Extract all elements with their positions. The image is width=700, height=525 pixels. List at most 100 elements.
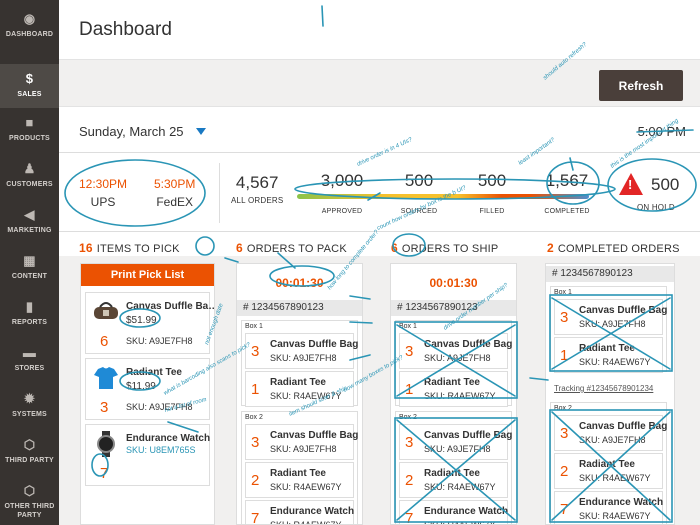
metric-label: ALL ORDERS [231, 196, 284, 205]
carrier-name: FedEX [156, 195, 194, 209]
chevron-down-icon[interactable] [196, 128, 206, 135]
hexagon-icon: ⬡ [23, 483, 36, 498]
item-quantity: 6 [100, 333, 109, 350]
metrics-bar: 12:30PM UPS 5:30PM FedEX 4,567 ALL ORDER… [59, 152, 700, 232]
metric-value: 500 [404, 171, 434, 190]
order-line[interactable]: 7 Endurance Watch SKU: R4AEW67Y [399, 500, 508, 524]
sidebar-item-label: SALES [17, 91, 42, 98]
sidebar-item-label: REPORTS [11, 319, 48, 326]
column-header-completed: 2 COMPLETED ORDERS [547, 241, 680, 255]
box-2: Box 2 3 Canvas Duffle Bag SKU: A9JE7FH8 2R… [395, 411, 512, 524]
item-name: Radiant Tee [126, 367, 182, 378]
dashboard-icon: ◉ [23, 11, 36, 26]
order-line[interactable]: 7 Endurance Watch SKU: R4AEW67Y [554, 491, 663, 524]
sidebar-item-other-third-party[interactable]: ⬡ OTHER THIRD PARTY [0, 478, 59, 520]
pick-item[interactable]: Canvas Duffle Ba… $51.99 6 SKU: A9JE7FH8 [85, 292, 214, 354]
metric-label: FILLED [479, 208, 505, 215]
pick-item[interactable]: Radiant Tee $11.99 3 SKU: A9JE7FH8 [85, 358, 210, 420]
metric-filled[interactable]: 500 FILLED [457, 171, 527, 215]
carrier-ups[interactable]: 12:30PM UPS [79, 177, 127, 209]
sidebar-item-customers[interactable]: ♟ CUSTOMERS [0, 156, 59, 196]
order-line[interactable]: 7 Endurance Watch SKU: R4AEW67Y [245, 500, 354, 524]
order-timer: 00:01:30 [429, 276, 478, 290]
metric-value: 4,567 [235, 173, 279, 192]
sidebar-item-label: CUSTOMERS [6, 181, 53, 188]
page-title: Dashboard [79, 19, 172, 40]
sidebar-item-label: STORES [14, 365, 45, 372]
column-header-ship: 6 ORDERS TO SHIP [391, 241, 499, 255]
order-line[interactable]: 1 Radiant Tee SKU: R4AEW67Y [245, 371, 354, 407]
item-price: $11.99 [126, 381, 156, 392]
sidebar-item-dashboard[interactable]: ◉ DASHBOARD [0, 6, 59, 46]
sidebar-item-content[interactable]: ▦ CONTENT [0, 248, 59, 288]
metric-sourced[interactable]: 500 SOURCED [384, 171, 454, 215]
order-line[interactable]: 3 Canvas Duffle Bag SKU: A9JE7FH8 [245, 333, 358, 369]
item-quantity: 7 [100, 465, 109, 482]
order-timer: 00:01:30 [275, 276, 324, 290]
carrier-fedex[interactable]: 5:30PM FedEX [154, 177, 195, 209]
metric-completed[interactable]: 1,567 COMPLETED [532, 171, 602, 215]
sidebar-item-systems[interactable]: ✹ SYSTEMS [0, 386, 59, 426]
tracking-link[interactable]: Tracking #12345678901234 [554, 384, 653, 393]
sidebar-item-sales[interactable]: $ SALES [0, 64, 59, 108]
item-sku: SKU: U8EM765S [126, 445, 196, 455]
item-sku: SKU: A9JE7FH8 [126, 336, 193, 346]
current-time: 5:00 PM [637, 124, 686, 139]
order-line[interactable]: 2 Radiant Tee SKU: R4AEW67Y [554, 453, 663, 489]
tee-image [94, 367, 118, 389]
item-sku: SKU: A9JE7FH8 [126, 402, 193, 412]
order-line[interactable]: 3 Canvas Duffle Bag SKU: A9JE7FH8 [554, 299, 667, 335]
admin-sidebar: ◉ DASHBOARD $ SALES ■ PRODUCTS ♟ CUSTOMERS ◀ MARK… [0, 0, 59, 525]
item-name: Canvas Duffle Ba… [126, 301, 215, 312]
order-line[interactable]: 3 Canvas Duffle Bag SKU: A9JE7FH8 [554, 415, 667, 451]
hexagon-icon: ⬡ [23, 437, 36, 452]
box-label: Box 1 [554, 289, 572, 296]
box-label: Box 2 [245, 414, 263, 421]
order-line[interactable]: 3 Canvas Duffle Bag SKU: A9JE7FH8 [245, 424, 358, 460]
sidebar-item-label: DASHBOARD [5, 31, 54, 38]
print-pick-list-button[interactable]: Print Pick List [81, 264, 214, 286]
box-icon: ■ [25, 115, 34, 130]
order-number[interactable]: # 1234567890123 [391, 300, 516, 316]
pick-item[interactable]: Endurance Watch 7 SKU: U8EM765S [85, 424, 210, 486]
metric-value: 1,567 [545, 171, 589, 190]
box-1: Box 1 3 Canvas Duffle Bag SKU: A9JE7FH8 1R… [241, 320, 358, 407]
refresh-button[interactable]: Refresh [599, 70, 683, 101]
sidebar-item-stores[interactable]: ▬ STORES [0, 340, 59, 380]
order-line[interactable]: 3 Canvas Duffle Bag SKU: A9JE7FH8 [399, 424, 512, 460]
sidebar-item-marketing[interactable]: ◀ MARKETING [0, 202, 59, 242]
sidebar-item-label: PRODUCTS [9, 135, 50, 142]
carrier-name: UPS [90, 195, 116, 209]
column-completed-orders: # 1234567890123 Box 1 3 Canvas Duffle Bag… [545, 263, 675, 525]
metric-value: 3,000 [320, 171, 364, 190]
order-number[interactable]: # 1234567890123 [546, 266, 674, 282]
column-orders-to-ship: 00:01:30 # 1234567890123 Box 1 3 Canvas D… [390, 263, 517, 525]
item-name: Endurance Watch [126, 433, 211, 444]
sidebar-item-reports[interactable]: ▮ REPORTS [0, 294, 59, 334]
divider [219, 163, 220, 223]
sidebar-item-third-party[interactable]: ⬡ THIRD PARTY [0, 432, 59, 472]
metric-approved[interactable]: 3,000 APPROVED [307, 171, 377, 215]
gear-icon: ✹ [23, 391, 36, 406]
all-orders-metric[interactable]: 4,567 ALL ORDERS [231, 173, 283, 205]
column-header-pack: 6 ORDERS TO PACK [236, 241, 347, 255]
sidebar-item-label: THIRD PARTY [5, 457, 54, 464]
content-icon: ▦ [23, 253, 36, 268]
date-selector[interactable]: Sunday, March 25 [79, 124, 184, 139]
metric-value: 500 [651, 175, 680, 194]
carrier-time: 12:30PM [79, 177, 128, 191]
order-line[interactable]: 1 Radiant Tee SKU: R4AEW67Y [554, 337, 663, 373]
order-line[interactable]: 1 Radiant Tee SKU: R4AEW67Y [399, 371, 508, 407]
order-line[interactable]: 3 Canvas Duffle Bag SKU: A9JE7FH8 [399, 333, 512, 369]
column-items-to-pick: Print Pick List Canvas Duffle Ba… $51.99… [80, 263, 215, 525]
order-line[interactable]: 2 Radiant Tee SKU: R4AEW67Y [245, 462, 354, 498]
order-line[interactable]: 2 Radiant Tee SKU: R4AEW67Y [399, 462, 508, 498]
box-2: Box 2 3 Canvas Duffle Bag SKU: A9JE7FH8 2R… [241, 411, 358, 524]
metric-label: ON HOLD [637, 203, 675, 212]
order-number[interactable]: # 1234567890123 [237, 300, 362, 316]
box-1: Box 1 3 Canvas Duffle Bag SKU: A9JE7FH8 1R… [395, 320, 512, 407]
carrier-time: 5:30PM [154, 177, 196, 191]
watch-image [97, 431, 115, 457]
sidebar-item-products[interactable]: ■ PRODUCTS [0, 110, 59, 150]
box-label: Box 2 [554, 405, 572, 412]
